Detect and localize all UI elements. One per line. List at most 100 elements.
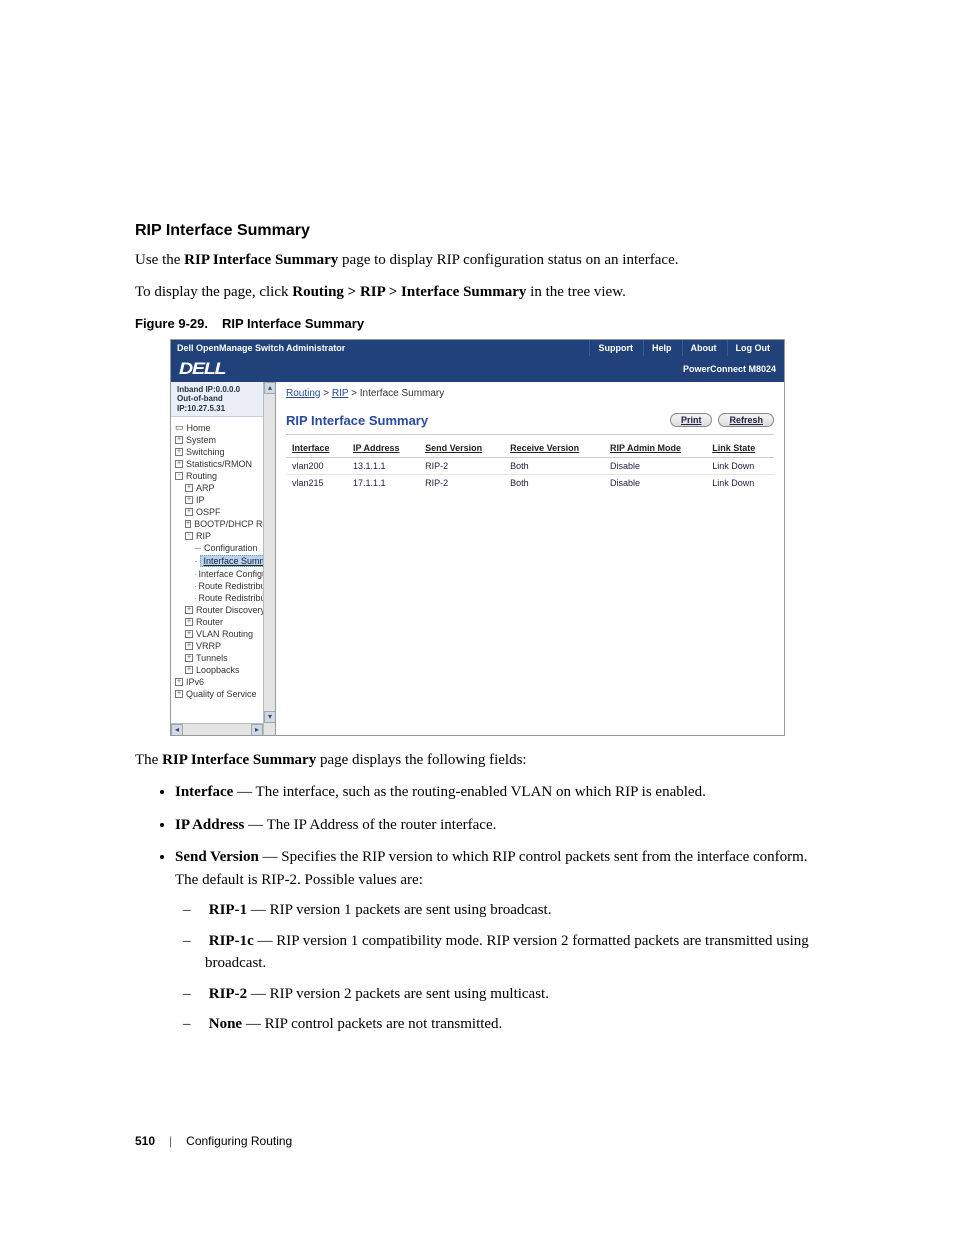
expand-icon[interactable]: + xyxy=(185,484,193,492)
expand-icon[interactable]: + xyxy=(185,496,193,504)
app-titlebar: Dell OpenManage Switch Administrator Sup… xyxy=(171,340,784,356)
link-logout[interactable]: Log Out xyxy=(727,340,779,356)
page-number: 510 xyxy=(135,1134,155,1148)
link-about[interactable]: About xyxy=(682,340,725,356)
expand-icon[interactable]: + xyxy=(175,448,183,456)
list-item: Send Version — Specifies the RIP version… xyxy=(175,846,819,1036)
table-row: vlan215 17.1.1.1 RIP-2 Both Disable Link… xyxy=(286,474,774,491)
list-item: RIP-1 — RIP version 1 packets are sent u… xyxy=(205,899,819,922)
text: in the tree view. xyxy=(526,284,625,300)
tree-dash-icon xyxy=(195,548,201,549)
expand-icon[interactable]: + xyxy=(175,460,183,468)
tree-dash-icon xyxy=(195,561,197,562)
field-desc: — RIP version 1 compatibility mode. RIP … xyxy=(205,933,809,972)
expand-icon[interactable]: + xyxy=(185,508,193,516)
intro-paragraph-1: Use the RIP Interface Summary page to di… xyxy=(135,250,819,272)
col-linkstate: Link State xyxy=(706,439,774,458)
field-term: RIP-1 xyxy=(209,902,247,918)
breadcrumb-routing[interactable]: Routing xyxy=(286,388,320,399)
scrollbar-vertical[interactable]: ▴ ▾ xyxy=(263,382,275,735)
scroll-down-icon[interactable]: ▾ xyxy=(264,711,276,723)
sub-list: RIP-1 — RIP version 1 packets are sent u… xyxy=(205,899,819,1036)
scroll-left-icon[interactable]: ◂ xyxy=(171,724,183,735)
cell: Link Down xyxy=(706,474,774,491)
text-bold: RIP Interface Summary xyxy=(162,752,316,768)
cell: RIP-2 xyxy=(419,457,504,474)
tree-ospf[interactable]: OSPF xyxy=(196,507,221,517)
sidebar: Inband IP:0.0.0.0 Out-of-band IP:10.27.5… xyxy=(171,382,276,735)
expand-icon[interactable]: + xyxy=(185,630,193,638)
tree-switching[interactable]: Switching xyxy=(186,447,225,457)
field-term: None xyxy=(209,1016,242,1032)
scroll-right-icon[interactable]: ▸ xyxy=(251,724,263,735)
tree-vlan-routing[interactable]: VLAN Routing xyxy=(196,629,253,639)
expand-icon[interactable]: + xyxy=(175,690,183,698)
outofband-ip: Out-of-band IP:10.27.5.31 xyxy=(177,394,269,413)
text: Use the xyxy=(135,252,184,268)
expand-icon[interactable]: + xyxy=(185,642,193,650)
ip-info-box: Inband IP:0.0.0.0 Out-of-band IP:10.27.5… xyxy=(171,382,275,418)
tree-arp[interactable]: ARP xyxy=(196,483,215,493)
cell: RIP-2 xyxy=(419,474,504,491)
cell: vlan215 xyxy=(286,474,347,491)
text: page displays the following fields: xyxy=(316,752,526,768)
tree-router-discovery[interactable]: Router Discovery xyxy=(196,605,265,615)
field-desc: — RIP version 1 packets are sent using b… xyxy=(247,902,551,918)
cell: Disable xyxy=(604,474,706,491)
tree-stats[interactable]: Statistics/RMON xyxy=(186,459,252,469)
dell-logo: DELL xyxy=(179,359,225,379)
collapse-icon[interactable]: - xyxy=(185,532,193,540)
field-desc: — The interface, such as the routing-ena… xyxy=(233,784,706,800)
expand-icon[interactable]: + xyxy=(185,654,193,662)
tree-ipv6[interactable]: IPv6 xyxy=(186,677,204,687)
app-title: Dell OpenManage Switch Administrator xyxy=(177,343,345,353)
table-row: vlan200 13.1.1.1 RIP-2 Both Disable Link… xyxy=(286,457,774,474)
field-term: RIP-2 xyxy=(209,986,247,1002)
figure-caption: Figure 9-29.RIP Interface Summary xyxy=(135,316,819,331)
tree-vrrp[interactable]: VRRP xyxy=(196,641,221,651)
text: The xyxy=(135,752,162,768)
footer-divider: | xyxy=(169,1134,172,1148)
divider xyxy=(286,434,774,435)
link-help[interactable]: Help xyxy=(643,340,680,356)
tree-tunnels[interactable]: Tunnels xyxy=(196,653,228,663)
tree-rip[interactable]: RIP xyxy=(196,531,211,541)
tree-ip[interactable]: IP xyxy=(196,495,205,505)
scroll-up-icon[interactable]: ▴ xyxy=(264,382,276,394)
rip-interface-table: Interface IP Address Send Version Receiv… xyxy=(286,439,774,491)
list-item: RIP-2 — RIP version 2 packets are sent u… xyxy=(205,983,819,1006)
tree-qos[interactable]: Quality of Service xyxy=(186,689,257,699)
tree-routing[interactable]: Routing xyxy=(186,471,217,481)
list-item: RIP-1c — RIP version 1 compatibility mod… xyxy=(205,930,819,975)
print-button[interactable]: Print xyxy=(670,413,713,427)
page-footer: 510 | Configuring Routing xyxy=(135,1134,819,1148)
expand-icon[interactable]: + xyxy=(175,436,183,444)
expand-icon[interactable]: + xyxy=(175,678,183,686)
tree-loopbacks[interactable]: Loopbacks xyxy=(196,665,240,675)
scrollbar-horizontal[interactable]: ◂ ▸ xyxy=(171,723,263,735)
expand-icon[interactable]: + xyxy=(185,520,191,528)
cell: Both xyxy=(504,474,604,491)
logo-bar: DELL PowerConnect M8024 xyxy=(171,356,784,382)
expand-icon[interactable]: + xyxy=(185,618,193,626)
tree-configuration[interactable]: Configuration xyxy=(204,543,258,553)
field-desc: — Specifies the RIP version to which RIP… xyxy=(175,849,808,888)
link-support[interactable]: Support xyxy=(589,340,641,356)
cell: 17.1.1.1 xyxy=(347,474,419,491)
breadcrumb-current: Interface Summary xyxy=(360,388,444,399)
refresh-button[interactable]: Refresh xyxy=(718,413,774,427)
cell: vlan200 xyxy=(286,457,347,474)
tree-system[interactable]: System xyxy=(186,435,216,445)
tree-router[interactable]: Router xyxy=(196,617,223,627)
tree-home[interactable]: Home xyxy=(187,423,211,433)
expand-icon[interactable]: + xyxy=(185,666,193,674)
nav-tree[interactable]: ▭Home +System +Switching +Statistics/RMO… xyxy=(171,417,275,700)
panel-title: RIP Interface Summary xyxy=(286,413,428,428)
expand-icon[interactable]: + xyxy=(185,606,193,614)
collapse-icon[interactable]: - xyxy=(175,472,183,480)
breadcrumb-rip[interactable]: RIP xyxy=(332,388,349,399)
col-adminmode: RIP Admin Mode xyxy=(604,439,706,458)
text: page to display RIP configuration status… xyxy=(338,252,678,268)
list-item: IP Address — The IP Address of the route… xyxy=(175,814,819,837)
footer-section: Configuring Routing xyxy=(186,1134,292,1148)
